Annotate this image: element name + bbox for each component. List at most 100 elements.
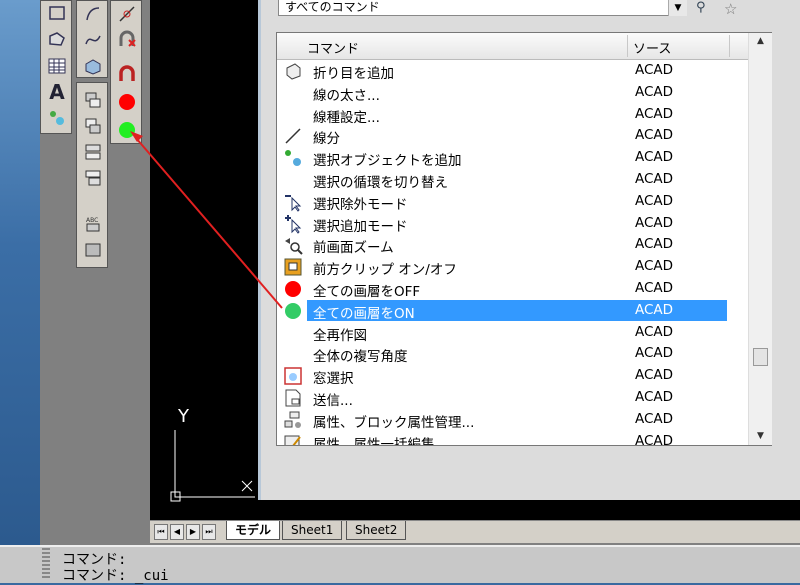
command-name: 線種設定... bbox=[313, 109, 380, 126]
command-row[interactable]: 属性、ブロック属性管理... ACAD bbox=[277, 409, 747, 431]
command-name: 選択除外モード bbox=[313, 196, 408, 213]
command-row[interactable]: 選択追加モード ACAD bbox=[277, 213, 747, 235]
command-row[interactable]: 送信... ACAD bbox=[277, 387, 747, 409]
magnet-icon[interactable] bbox=[114, 61, 140, 87]
command-row[interactable]: 全体の複写角度 ACAD bbox=[277, 343, 747, 365]
command-row[interactable]: 線の太さ... ACAD bbox=[277, 82, 747, 104]
bring-above-icon[interactable] bbox=[80, 139, 106, 165]
command-name: 属性、属性一括編集... bbox=[313, 436, 448, 446]
command-row[interactable]: 折り目を追加 ACAD bbox=[277, 60, 747, 82]
command-rows: 折り目を追加 ACAD 線の太さ... ACAD 線種設定... ACAD 線分 ACAD 選択… bbox=[277, 60, 747, 446]
command-name: 線分 bbox=[313, 131, 340, 148]
command-prompt-line: コマンド: _cui bbox=[62, 568, 169, 584]
command-row-selected[interactable]: 全ての画層をON ACAD bbox=[277, 299, 747, 322]
layers-off-button[interactable] bbox=[114, 89, 140, 115]
next-tab-icon[interactable]: ▶ bbox=[186, 524, 200, 540]
ucs-y-label: Y bbox=[178, 406, 189, 427]
snap-icon[interactable] bbox=[114, 1, 140, 27]
table-icon[interactable] bbox=[44, 53, 70, 79]
command-name: 折り目を追加 bbox=[313, 66, 394, 82]
red-circle-icon bbox=[283, 279, 303, 299]
command-row[interactable]: 窓選択 ACAD bbox=[277, 365, 747, 387]
tab-sheet2[interactable]: Sheet2 bbox=[346, 521, 407, 540]
magnet-delete-icon[interactable] bbox=[114, 27, 140, 53]
command-source: ACAD bbox=[635, 214, 674, 231]
svg-text:ABC: ABC bbox=[86, 217, 98, 224]
zoom-previous-icon bbox=[283, 235, 303, 256]
scroll-up-icon[interactable]: ▲ bbox=[749, 33, 772, 50]
send-under-icon[interactable] bbox=[80, 165, 106, 191]
select-add-icon bbox=[283, 214, 303, 234]
send-back-icon[interactable] bbox=[80, 113, 106, 139]
command-source: ACAD bbox=[635, 192, 674, 209]
command-source: ACAD bbox=[635, 410, 674, 427]
new-command-icon[interactable]: ☆ bbox=[724, 0, 748, 18]
command-row[interactable]: 選択オブジェクトを追加 ACAD bbox=[277, 147, 747, 169]
command-line[interactable]: コマンド: コマンド: _cui bbox=[0, 545, 800, 584]
region-icon[interactable] bbox=[44, 1, 70, 27]
command-row[interactable]: 線種設定... ACAD bbox=[277, 104, 747, 126]
command-name: 窓選択 bbox=[313, 371, 354, 388]
command-row[interactable]: 全ての画層をOFF ACAD bbox=[277, 278, 747, 300]
command-list: コマンド ソース 折り目を追加 ACAD 線の太さ... ACAD 線種設定... ACA… bbox=[276, 32, 772, 446]
command-source: ACAD bbox=[635, 105, 674, 122]
text-icon[interactable]: A bbox=[44, 79, 70, 105]
command-name: 送信... bbox=[313, 392, 353, 409]
command-name: 選択の循環を切り替え bbox=[313, 174, 448, 191]
layer-toolbar bbox=[110, 0, 142, 144]
last-tab-icon[interactable]: ⏭ bbox=[202, 524, 216, 540]
command-source: ACAD bbox=[635, 258, 674, 275]
command-name: 前画面ズーム bbox=[313, 240, 394, 257]
first-tab-icon[interactable]: ⏮ bbox=[154, 524, 168, 540]
command-name: 選択オブジェクトを追加 bbox=[313, 153, 462, 170]
command-name: 線の太さ... bbox=[313, 87, 380, 104]
command-row[interactable]: 選択除外モード ACAD bbox=[277, 191, 747, 213]
source-column-header[interactable]: ソース bbox=[633, 38, 671, 57]
list-scrollbar[interactable]: ▲ ▼ bbox=[748, 33, 772, 445]
3d-box-icon[interactable] bbox=[80, 53, 106, 79]
command-name: 全ての画層をON bbox=[313, 305, 415, 322]
text-front-icon[interactable]: ABC bbox=[80, 211, 106, 237]
tab-sheet1[interactable]: Sheet1 bbox=[282, 521, 343, 540]
command-filter-value: すべてのコマンド bbox=[285, 0, 380, 14]
add-selected-icon[interactable] bbox=[44, 105, 70, 131]
modify-toolbar bbox=[76, 0, 108, 78]
window-select-icon bbox=[283, 366, 303, 386]
command-source: ACAD bbox=[635, 279, 674, 296]
command-line-grip[interactable] bbox=[42, 548, 50, 578]
spline-icon[interactable] bbox=[80, 27, 106, 53]
command-source: ACAD bbox=[635, 62, 674, 78]
hatch-back-icon[interactable] bbox=[80, 237, 106, 263]
tab-model[interactable]: モデル bbox=[226, 521, 281, 540]
command-source: ACAD bbox=[635, 301, 674, 318]
command-row[interactable]: 前方クリップ オン/オフ ACAD bbox=[277, 256, 747, 278]
command-source: ACAD bbox=[635, 236, 674, 253]
command-row[interactable]: 前画面ズーム ACAD bbox=[277, 234, 747, 256]
prev-tab-icon[interactable]: ◀ bbox=[170, 524, 184, 540]
command-row[interactable]: 全再作図 ACAD bbox=[277, 322, 747, 344]
block-attr-icon bbox=[283, 410, 303, 430]
revcloud-icon[interactable] bbox=[44, 27, 70, 53]
ucs-icon bbox=[170, 430, 255, 502]
chevron-down-icon[interactable]: ▼ bbox=[668, 0, 687, 16]
layers-on-button[interactable] bbox=[114, 117, 140, 143]
draw-toolbar: A bbox=[40, 0, 72, 134]
command-name: 前方クリップ オン/オフ bbox=[313, 262, 457, 279]
bring-front-icon[interactable] bbox=[80, 87, 106, 113]
send-icon bbox=[283, 388, 303, 408]
find-command-icon[interactable]: ⚲ bbox=[696, 0, 720, 16]
command-name: 全ての画層をOFF bbox=[313, 283, 421, 300]
command-row[interactable]: 属性、属性一括編集... ACAD bbox=[277, 431, 747, 446]
command-column-header[interactable]: コマンド bbox=[307, 38, 359, 57]
attr-edit-icon bbox=[283, 432, 303, 445]
command-row[interactable]: 選択の循環を切り替え ACAD bbox=[277, 169, 747, 191]
command-row[interactable]: 線分 ACAD bbox=[277, 125, 747, 147]
scroll-thumb[interactable] bbox=[753, 348, 768, 366]
scroll-down-icon[interactable]: ▼ bbox=[749, 428, 772, 445]
command-source: ACAD bbox=[635, 388, 674, 405]
desktop-background bbox=[0, 0, 40, 545]
command-filter-select[interactable]: すべてのコマンド bbox=[278, 0, 686, 16]
command-source: ACAD bbox=[635, 345, 674, 362]
add-selected-icon bbox=[283, 148, 303, 168]
arc-icon[interactable] bbox=[80, 1, 106, 27]
